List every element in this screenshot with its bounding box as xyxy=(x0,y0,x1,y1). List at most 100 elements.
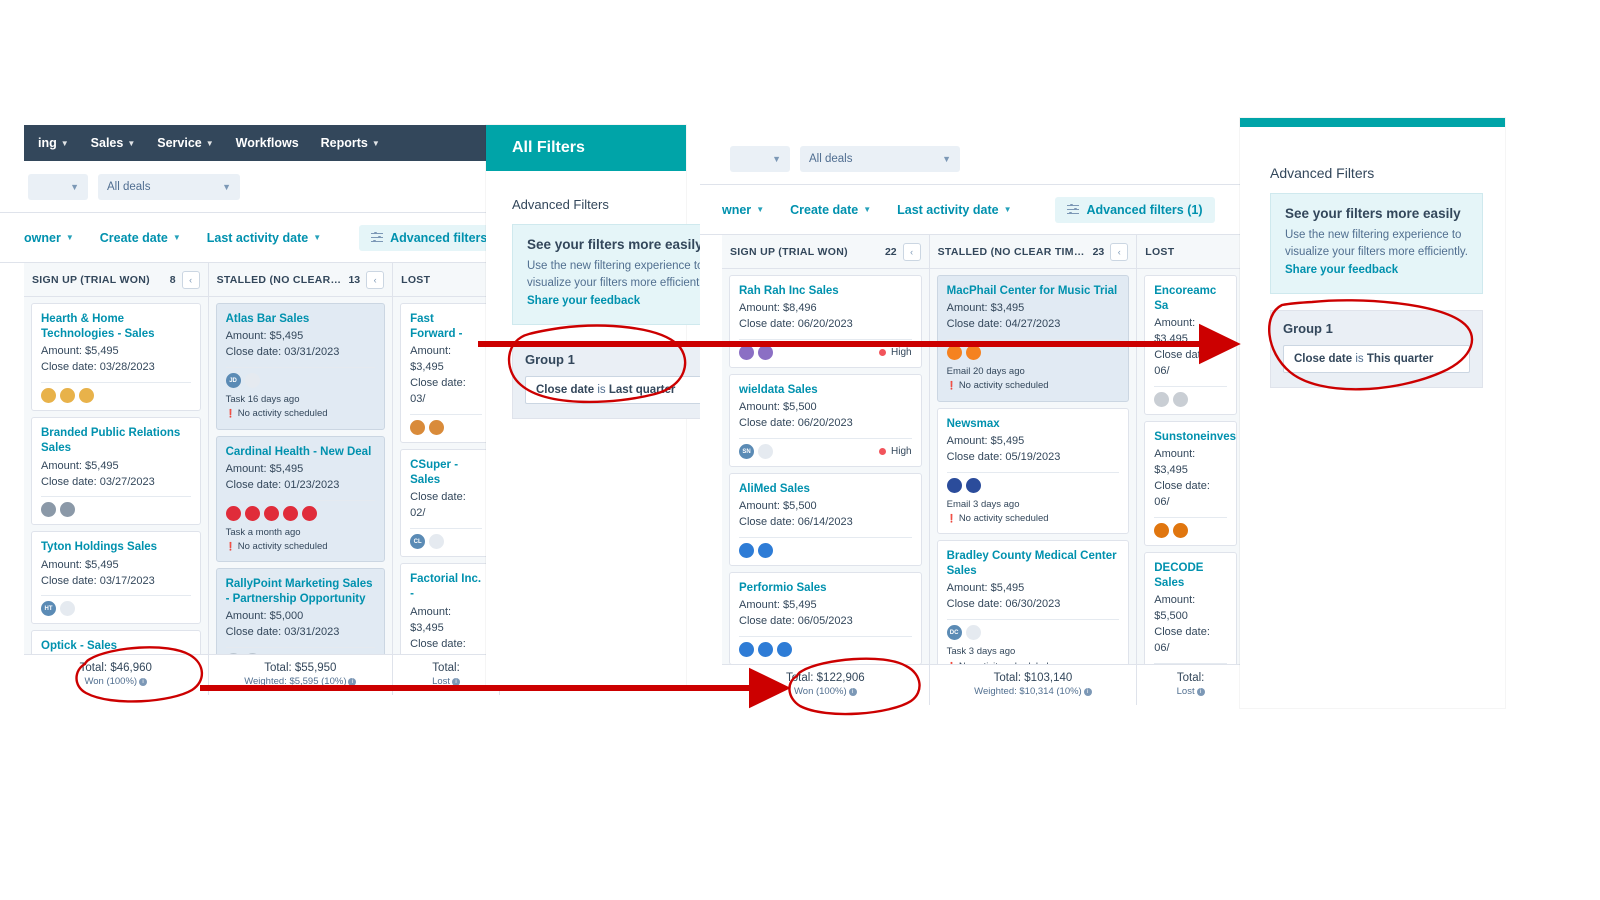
deal-card-title[interactable]: Tyton Holdings Sales xyxy=(41,540,191,555)
nav-item-workflows[interactable]: Workflows xyxy=(236,136,299,150)
filter-condition-left[interactable]: Close date is Last quarter xyxy=(525,375,729,404)
avatar[interactable] xyxy=(410,420,426,436)
all-deals-dropdown[interactable]: All deals ▼ xyxy=(98,173,240,200)
avatar[interactable] xyxy=(965,477,981,493)
deal-card[interactable]: Tyton Holdings Sales Amount: $5,495 Close … xyxy=(31,531,201,625)
avatar[interactable] xyxy=(225,505,241,521)
view-dropdown-blank[interactable]: ▼ xyxy=(28,173,88,200)
avatar[interactable] xyxy=(758,444,773,460)
deal-card-title[interactable]: Hearth & Home Technologies - Sales xyxy=(41,312,191,342)
avatar[interactable] xyxy=(41,388,56,404)
deal-card[interactable]: DECODE Sales Amount: $5,500 Close date: 06… xyxy=(1144,552,1237,664)
avatar[interactable] xyxy=(1173,392,1189,408)
deal-card-title[interactable]: DECODE Sales xyxy=(1154,561,1227,591)
deal-card[interactable]: Factorial Inc. - Amount: $3,495 Close date… xyxy=(400,563,492,654)
filter-create-date-right[interactable]: Create date ▼ xyxy=(790,203,871,217)
avatar[interactable] xyxy=(946,477,962,493)
collapse-column-button[interactable]: ‹ xyxy=(366,270,385,289)
info-icon[interactable]: i xyxy=(1196,688,1205,696)
deal-card-title[interactable]: MacPhail Center for Music Trial xyxy=(947,284,1120,299)
collapse-column-button[interactable]: ‹ xyxy=(902,242,921,261)
avatar[interactable] xyxy=(758,345,773,361)
filter-last-activity-date-right[interactable]: Last activity date ▼ xyxy=(897,203,1011,217)
deal-card-title[interactable]: Newsmax xyxy=(947,417,1120,432)
nav-item-marketing[interactable]: ing ▼ xyxy=(38,136,69,150)
deal-card[interactable]: Optick - SalesAmount: $5,495Close date: … xyxy=(31,630,201,654)
column-card-list[interactable]: Rah Rah Inc Sales Amount: $8,496 Close dat… xyxy=(722,269,929,664)
avatar[interactable]: SN xyxy=(739,444,754,460)
avatar[interactable] xyxy=(1173,523,1189,539)
deal-card-title[interactable]: Rah Rah Inc Sales xyxy=(739,284,912,299)
filter-owner-right[interactable]: wner ▼ xyxy=(722,203,764,217)
deal-card[interactable]: Encoreamc Sa Amount: $3,495 Close date: 06… xyxy=(1144,275,1237,416)
deal-card[interactable]: Cardinal Health - New Deal Amount: $5,495… xyxy=(215,435,386,563)
view-dropdown-blank-right[interactable]: ▼ xyxy=(730,145,790,172)
deal-card[interactable]: Performio Sales Amount: $5,495 Close date:… xyxy=(729,572,922,664)
deal-card-title[interactable]: Cardinal Health - New Deal xyxy=(226,445,376,460)
info-icon[interactable]: i xyxy=(348,678,357,686)
filter-last-activity-date[interactable]: Last activity date ▼ xyxy=(207,231,321,245)
deal-card-title[interactable]: Sunstoneinves xyxy=(1154,430,1236,445)
filter-condition-right[interactable]: Close date is This quarter xyxy=(1283,344,1470,373)
collapse-column-button[interactable]: ‹ xyxy=(1110,242,1129,261)
deal-card[interactable]: Sunstoneinves Amount: $3,495 Close date: 0… xyxy=(1144,421,1237,547)
avatar[interactable] xyxy=(60,388,75,404)
advanced-filters-button-left[interactable]: Advanced filters (1) xyxy=(359,224,500,251)
deal-card-title[interactable]: Branded Public Relations Sales xyxy=(41,426,191,456)
deal-card[interactable]: AliMed Sales Amount: $5,500 Close date: 06… xyxy=(729,473,922,567)
avatar[interactable]: DC xyxy=(946,625,962,641)
deal-card[interactable]: RallyPoint Marketing Sales - Partnership… xyxy=(215,568,386,654)
avatar[interactable] xyxy=(79,388,94,404)
filter-create-date[interactable]: Create date ▼ xyxy=(100,231,181,245)
deal-card-title[interactable]: Encoreamc Sa xyxy=(1154,284,1227,314)
info-icon[interactable]: i xyxy=(848,688,857,696)
avatar[interactable] xyxy=(41,502,56,518)
deal-card[interactable]: wieldata Sales Amount: $5,500 Close date: … xyxy=(729,374,922,468)
deal-card-title[interactable]: Bradley County Medical Center Sales xyxy=(947,549,1120,579)
column-card-list[interactable]: Atlas Bar Sales Amount: $5,495 Close date:… xyxy=(209,297,393,654)
info-icon[interactable]: i xyxy=(452,678,461,686)
avatar[interactable] xyxy=(60,601,75,617)
avatar[interactable] xyxy=(429,534,445,550)
avatar[interactable] xyxy=(739,345,754,361)
nav-item-reports[interactable]: Reports ▼ xyxy=(321,136,380,150)
avatar[interactable]: HT xyxy=(41,601,56,617)
deal-card[interactable]: Newsmax Amount: $5,495 Close date: 05/19/2… xyxy=(936,407,1130,535)
avatar[interactable] xyxy=(60,502,75,518)
nav-item-sales[interactable]: Sales ▼ xyxy=(91,136,136,150)
deal-card-title[interactable]: CSuper - Sales xyxy=(410,458,482,488)
avatar[interactable] xyxy=(301,505,317,521)
avatar[interactable] xyxy=(758,543,773,559)
deal-card-title[interactable]: Factorial Inc. - xyxy=(410,572,482,602)
deal-card[interactable]: Bradley County Medical Center Sales Amoun… xyxy=(936,540,1130,664)
avatar[interactable] xyxy=(739,543,754,559)
info-icon[interactable]: i xyxy=(139,678,148,686)
column-card-list[interactable]: Fast Forward - Amount: $3,495 Close date: … xyxy=(393,297,499,654)
column-card-list[interactable]: Encoreamc Sa Amount: $3,495 Close date: 06… xyxy=(1137,269,1244,664)
avatar[interactable]: JD xyxy=(225,373,241,389)
deal-card-title[interactable]: Atlas Bar Sales xyxy=(226,312,376,327)
deal-card-title[interactable]: wieldata Sales xyxy=(739,383,912,398)
deal-card-title[interactable]: Optick - Sales xyxy=(41,639,191,654)
deal-card-title[interactable]: AliMed Sales xyxy=(739,482,912,497)
deal-card[interactable]: MacPhail Center for Music Trial Amount: $… xyxy=(936,275,1130,402)
collapse-column-button[interactable]: ‹ xyxy=(181,270,200,289)
avatar[interactable] xyxy=(965,345,981,361)
column-card-list[interactable]: MacPhail Center for Music Trial Amount: $… xyxy=(930,269,1137,664)
avatar[interactable] xyxy=(429,420,445,436)
filter-owner[interactable]: owner ▼ xyxy=(24,231,74,245)
deal-card[interactable]: Rah Rah Inc Sales Amount: $8,496 Close dat… xyxy=(729,275,922,369)
deal-card-title[interactable]: Performio Sales xyxy=(739,581,912,596)
deal-card-title[interactable]: Fast Forward - xyxy=(410,312,482,342)
deal-card[interactable]: Fast Forward - Amount: $3,495 Close date: … xyxy=(400,303,492,444)
avatar[interactable] xyxy=(758,642,773,658)
avatar[interactable] xyxy=(263,505,279,521)
deal-card[interactable]: Hearth & Home Technologies - Sales Amount… xyxy=(31,303,201,412)
avatar[interactable]: CL xyxy=(410,534,426,550)
avatar[interactable] xyxy=(1154,523,1170,539)
deal-card[interactable]: CSuper - Sales Close date: 02/CL xyxy=(400,449,492,558)
avatar[interactable] xyxy=(946,345,962,361)
share-feedback-link[interactable]: Share your feedback xyxy=(1285,264,1398,276)
info-icon[interactable]: i xyxy=(1083,688,1092,696)
advanced-filters-button-right[interactable]: Advanced filters (1) xyxy=(1055,196,1215,223)
